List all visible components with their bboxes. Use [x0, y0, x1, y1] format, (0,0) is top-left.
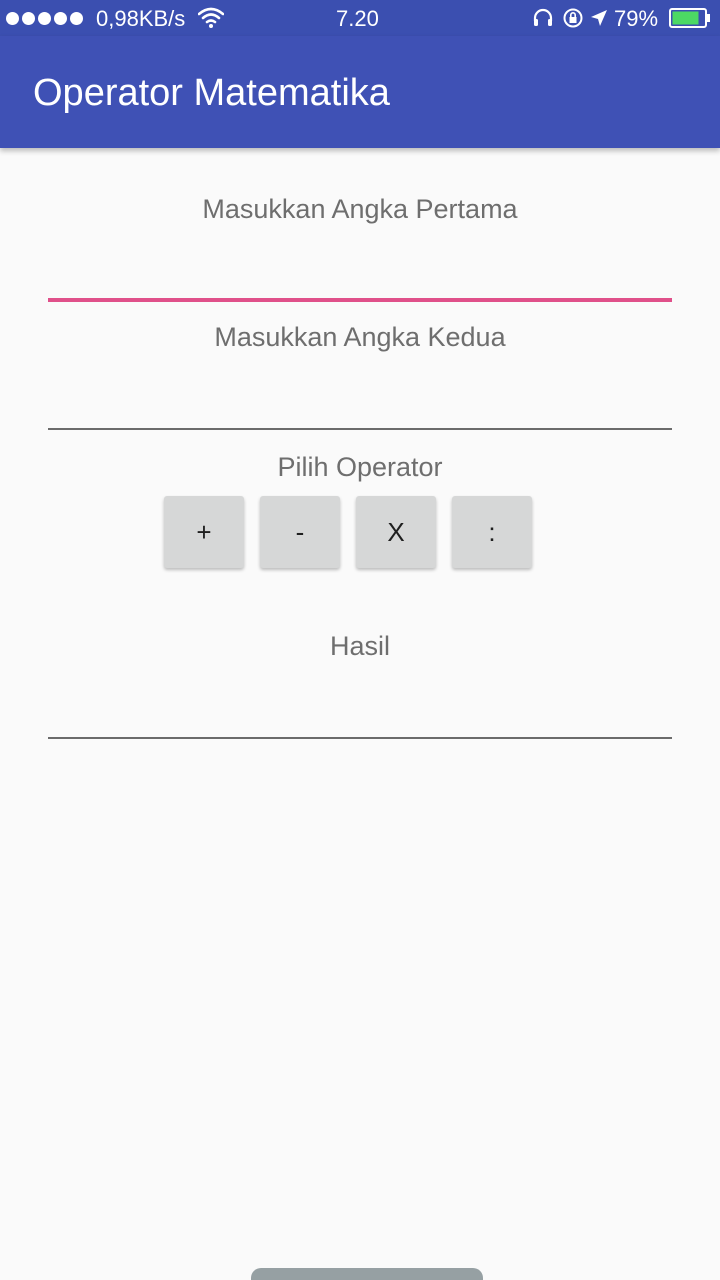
divide-button[interactable]: : — [452, 496, 532, 568]
bottom-handle[interactable] — [251, 1268, 483, 1280]
subtract-button[interactable]: - — [260, 496, 340, 568]
second-number-label: Masukkan Angka Kedua — [214, 322, 506, 352]
multiply-button[interactable]: X — [356, 496, 436, 568]
signal-dots-icon — [6, 12, 83, 25]
app-bar: Operator Matematika — [0, 36, 720, 148]
operator-label: Pilih Operator — [277, 452, 443, 482]
operator-buttons: + - X : — [164, 496, 532, 568]
wifi-icon — [198, 7, 224, 28]
battery-percentage: 79% — [614, 6, 659, 31]
result-label: Hasil — [329, 631, 390, 661]
second-number-input[interactable] — [48, 370, 672, 430]
first-number-label: Masukkan Angka Pertama — [202, 194, 518, 224]
rotation-lock-icon — [563, 8, 583, 28]
screen: 0,98KB/s 7.20 79% Operator Matematika Ma… — [0, 0, 720, 1280]
app-title: Operator Matematika — [33, 72, 390, 114]
add-button[interactable]: + — [164, 496, 244, 568]
location-arrow-icon — [591, 10, 607, 26]
network-speed: 0,98KB/s — [96, 6, 186, 31]
clock: 7.20 — [336, 6, 379, 31]
battery-icon — [669, 8, 710, 28]
headset-icon — [533, 8, 553, 26]
status-bar: 0,98KB/s 7.20 79% — [0, 0, 720, 36]
first-number-input[interactable] — [48, 242, 672, 302]
result-field[interactable] — [48, 679, 672, 739]
